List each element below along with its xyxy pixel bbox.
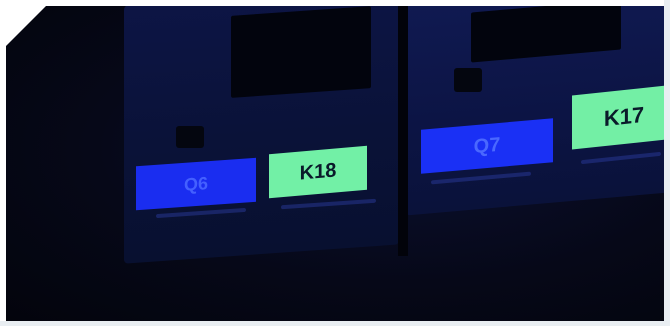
label-k18-text: K18 <box>299 158 337 185</box>
photo-frame: Q6 K18 Q7 K17 <box>0 0 670 326</box>
frame-edge-right <box>664 0 670 326</box>
frame-cut-corner <box>0 0 46 46</box>
display-window-left <box>231 6 371 98</box>
electrical-panel-photo: Q6 K18 Q7 K17 <box>6 6 664 322</box>
module-gap <box>398 6 408 256</box>
label-q6-text: Q6 <box>183 172 208 195</box>
label-k17: K17 <box>572 84 664 150</box>
module-button-left <box>176 126 204 148</box>
label-q7-text: Q7 <box>473 133 501 158</box>
label-k18: K18 <box>269 145 367 199</box>
module-button-right <box>454 68 482 92</box>
label-k17-text: K17 <box>603 101 645 132</box>
label-q6: Q6 <box>136 157 256 211</box>
frame-edge-bottom <box>0 321 670 326</box>
